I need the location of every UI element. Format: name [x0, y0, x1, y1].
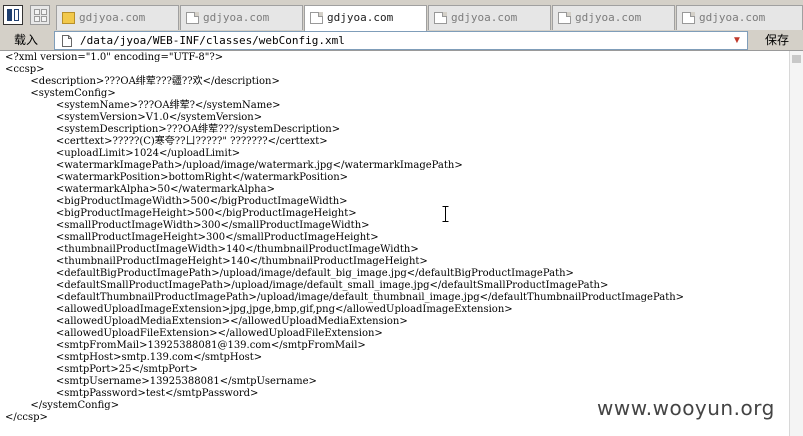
code-line: <smtpFromMail>13925388081@139.com</smtpF… [5, 340, 366, 351]
chevron-down-icon[interactable]: ▼ [730, 33, 744, 48]
tab-6[interactable]: gdjyoa.com [676, 5, 803, 30]
code-line: <defaultThumbnailProductImagePath>/uploa… [5, 292, 685, 303]
vertical-scrollbar[interactable] [789, 51, 803, 436]
doc-icon [682, 12, 695, 24]
code-line: <smtpHost>smtp.139.com</smtpHost> [5, 352, 263, 363]
code-line: <smallProductImageWidth>300</smallProduc… [5, 220, 370, 231]
tab-4[interactable]: gdjyoa.com [428, 5, 551, 30]
tab-label: gdjyoa.com [451, 11, 518, 24]
doc-icon [558, 12, 571, 24]
text-cursor-icon [442, 206, 449, 222]
file-path-input[interactable]: /data/jyoa/WEB-INF/classes/webConfig.xml… [54, 31, 748, 50]
code-line: <certtext>?????(C)寒夸??ㄩ?????" ???????</c… [5, 136, 328, 147]
code-line: <watermarkAlpha>50</watermarkAlpha> [5, 184, 275, 195]
scrollbar-thumb[interactable] [792, 55, 801, 63]
code-line: <smtpPassword>test</smtpPassword> [5, 388, 259, 399]
code-line: <bigProductImageHeight>500</bigProductIm… [5, 208, 357, 219]
code-line: <ccsp> [5, 64, 45, 75]
tab-3[interactable]: gdjyoa.com [304, 5, 427, 31]
tab-label: gdjyoa.com [203, 11, 270, 24]
tab-label: gdjyoa.com [327, 11, 394, 24]
code-line: </ccsp> [5, 412, 48, 423]
code-line: <smallProductImageHeight>300</smallProdu… [5, 232, 379, 243]
save-button[interactable]: 保存 [752, 32, 802, 49]
code-line: <systemConfig> [5, 88, 116, 99]
tab-bar: gdjyoa.com gdjyoa.com gdjyoa.com gdjyoa.com… [0, 0, 803, 32]
code-line: <watermarkImagePath>/upload/image/waterm… [5, 160, 463, 171]
document-icon [62, 35, 72, 47]
code-line: <allowedUploadMediaExtension></allowedUp… [5, 316, 408, 327]
file-path-value: /data/jyoa/WEB-INF/classes/webConfig.xml [80, 34, 345, 47]
doc-icon [434, 12, 447, 24]
code-line: <defaultBigProductImagePath>/upload/imag… [5, 268, 574, 279]
doc-icon [310, 12, 323, 24]
code-line: <allowedUploadFileExtension></allowedUpl… [5, 328, 383, 339]
code-line: <?xml version="1.0" encoding="UTF-8"?> [5, 52, 224, 63]
code-line: <allowedUploadImageExtension>jpg,jpge,bm… [5, 304, 513, 315]
panel-toggle-icon[interactable] [3, 5, 23, 25]
code-line: <systemDescription>???OA绯荤???/systemDesc… [5, 124, 341, 135]
watermark-text: www.wooyun.org [597, 396, 775, 420]
code-line: <description>???OA绯荤???疆??欢</description… [5, 76, 280, 87]
grid-view-icon[interactable] [30, 5, 50, 25]
tab-2[interactable]: gdjyoa.com [180, 5, 303, 30]
code-line: <bigProductImageWidth>500</bigProductIma… [5, 196, 348, 207]
code-line: <systemName>???OA绯荤?</systemName> [5, 100, 281, 111]
code-line: <defaultSmallProductImagePath>/upload/im… [5, 280, 609, 291]
code-line: <thumbnailProductImageWidth>140</thumbna… [5, 244, 419, 255]
tab-1[interactable]: gdjyoa.com [56, 5, 179, 30]
code-line: </systemConfig> [5, 400, 120, 411]
tab-5[interactable]: gdjyoa.com [552, 5, 675, 30]
code-line: <smtpUsername>13925388081</smtpUsername> [5, 376, 317, 387]
code-line: <thumbnailProductImageHeight>140</thumbn… [5, 256, 428, 267]
tab-label: gdjyoa.com [79, 11, 146, 24]
tab-label: gdjyoa.com [575, 11, 642, 24]
tab-label: gdjyoa.com [699, 11, 766, 24]
address-bar: 载入 /data/jyoa/WEB-INF/classes/webConfig.… [0, 31, 803, 51]
file-editor[interactable]: <?xml version="1.0" encoding="UTF-8"?> <c… [0, 51, 789, 436]
doc-icon [186, 12, 199, 24]
load-button[interactable]: 载入 [2, 32, 50, 49]
code-line: <smtpPort>25</smtpPort> [5, 364, 198, 375]
folder-icon [62, 12, 75, 24]
code-line: <uploadLimit>1024</uploadLimit> [5, 148, 241, 159]
code-line: <systemVersion>V1.0</systemVersion> [5, 112, 263, 123]
code-line: <watermarkPosition>bottomRight</watermar… [5, 172, 349, 183]
